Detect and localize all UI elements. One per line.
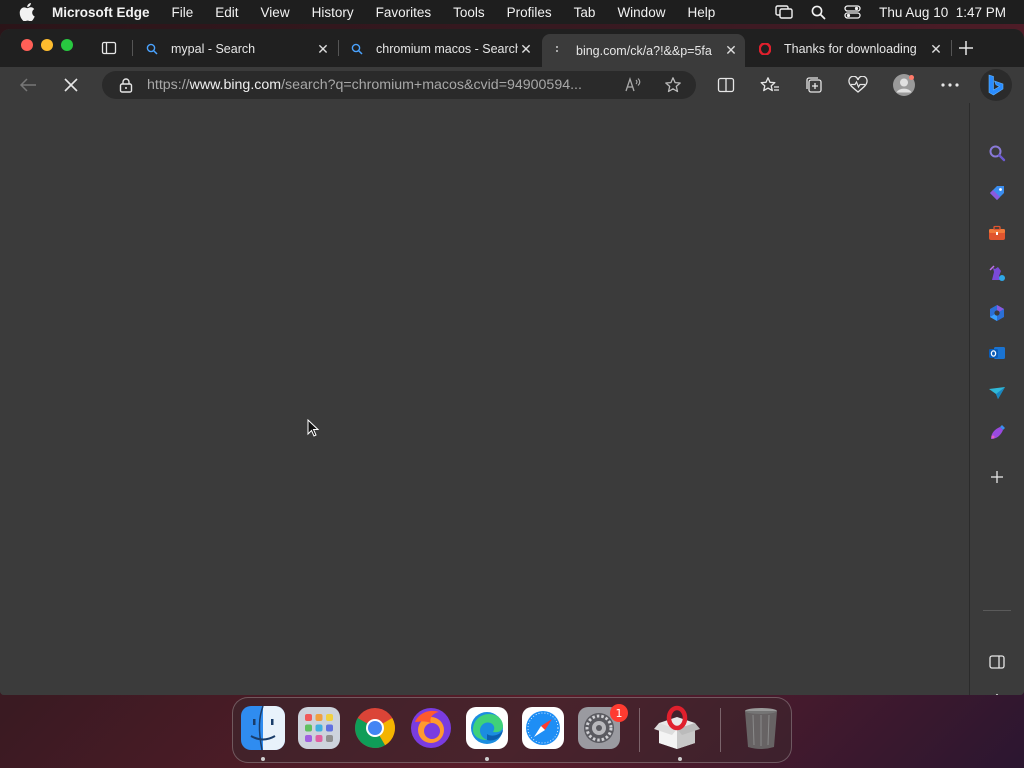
search-icon[interactable]: [987, 143, 1007, 163]
tab-opera-thanks[interactable]: Thanks for downloading ✕: [750, 34, 950, 64]
window-zoom-button[interactable]: [61, 39, 73, 51]
address-url[interactable]: https://www.bing.com/search?q=chromium+m…: [147, 77, 613, 93]
browser-essentials-icon[interactable]: [848, 75, 868, 95]
tools-briefcase-icon[interactable]: [987, 223, 1007, 243]
navigation-toolbar: https://www.bing.com/search?q=chromium+m…: [0, 67, 1024, 103]
running-indicator: [678, 757, 682, 761]
menu-help[interactable]: Help: [687, 5, 715, 20]
add-sidebar-app-icon[interactable]: [987, 467, 1007, 487]
dock-trash-icon[interactable]: [737, 704, 785, 752]
new-tab-button[interactable]: [957, 39, 975, 57]
dock-edge-icon[interactable]: [463, 704, 511, 752]
dock-separator: [720, 708, 721, 752]
collections-icon[interactable]: [804, 75, 824, 95]
profile-avatar-icon[interactable]: [892, 73, 916, 97]
back-button[interactable]: [18, 75, 38, 95]
stop-loading-button[interactable]: [61, 75, 81, 95]
sidebar-settings-gear-icon[interactable]: [987, 692, 1007, 695]
settings-more-icon[interactable]: [940, 75, 960, 95]
tab-close-button[interactable]: ✕: [518, 41, 534, 57]
split-screen-icon[interactable]: [716, 75, 736, 95]
sidebar-bottom-divider: [983, 610, 1011, 611]
address-bar[interactable]: https://www.bing.com/search?q=chromium+m…: [102, 71, 696, 99]
tab-close-button[interactable]: ✕: [723, 42, 739, 59]
outlook-icon[interactable]: [987, 343, 1007, 363]
notification-badge: 1: [610, 704, 628, 722]
tab-title: mypal - Search: [171, 42, 256, 56]
favorites-icon[interactable]: [760, 75, 780, 95]
window-close-button[interactable]: [21, 39, 33, 51]
tab-mypal-search[interactable]: mypal - Search ✕: [137, 34, 337, 64]
menu-profiles[interactable]: Profiles: [507, 5, 552, 20]
running-indicator: [485, 757, 489, 761]
menu-tools[interactable]: Tools: [453, 5, 485, 20]
designer-icon[interactable]: [987, 423, 1007, 443]
opera-icon: [758, 42, 772, 56]
tab-strip: mypal - Search ✕ chromium macos - Search…: [0, 29, 1024, 67]
running-indicator: [261, 757, 265, 761]
screen-mirroring-icon[interactable]: [775, 5, 793, 19]
tab-separator: [338, 40, 339, 56]
url-host: www.bing.com: [189, 77, 282, 93]
tab-separator: [132, 40, 133, 56]
tab-title: bing.com/ck/a?!&&p=5fa: [576, 43, 712, 58]
spotlight-search-icon[interactable]: [811, 5, 826, 20]
dock-launchpad-icon[interactable]: [295, 704, 343, 752]
tab-actions-icon[interactable]: [101, 40, 117, 56]
macos-menu-bar: Microsoft Edge File Edit View History Fa…: [0, 0, 1024, 24]
hide-sidebar-icon[interactable]: [987, 652, 1007, 672]
control-center-icon[interactable]: [844, 5, 861, 19]
drop-send-icon[interactable]: [987, 383, 1007, 403]
tab-title: chromium macos - Search: [376, 42, 518, 56]
url-path: /search?q=chromium+macos&cvid=94900594..…: [281, 77, 582, 93]
dock-firefox-icon[interactable]: [407, 704, 455, 752]
menu-file[interactable]: File: [172, 5, 194, 20]
menu-view[interactable]: View: [261, 5, 290, 20]
url-prefix: https://: [147, 77, 190, 93]
menu-history[interactable]: History: [312, 5, 354, 20]
tab-chromium-macos-search[interactable]: chromium macos - Search ✕: [342, 34, 540, 64]
dock-opera-installer-icon[interactable]: [653, 704, 701, 752]
dock-safari-icon[interactable]: [519, 704, 567, 752]
add-favorite-star-icon[interactable]: [664, 76, 682, 94]
apple-menu-icon[interactable]: [18, 3, 36, 21]
tab-close-button[interactable]: ✕: [928, 41, 944, 57]
loading-icon: [550, 44, 564, 58]
games-chess-icon[interactable]: [987, 263, 1007, 283]
dock-finder-icon[interactable]: [239, 704, 287, 752]
macos-dock: 1: [232, 697, 792, 763]
lock-icon[interactable]: [119, 77, 133, 93]
menu-favorites[interactable]: Favorites: [376, 5, 432, 20]
menu-window[interactable]: Window: [617, 5, 665, 20]
bing-search-icon: [145, 42, 159, 56]
bing-search-icon: [350, 42, 364, 56]
menu-tab[interactable]: Tab: [574, 5, 596, 20]
menu-edit[interactable]: Edit: [215, 5, 238, 20]
tab-bing-redirect-active[interactable]: bing.com/ck/a?!&&p=5fa ✕: [542, 34, 745, 67]
tab-title: Thanks for downloading: [784, 42, 917, 56]
shopping-tag-icon[interactable]: [987, 183, 1007, 203]
mouse-cursor-icon: [307, 418, 320, 437]
edge-browser-window: mypal - Search ✕ chromium macos - Search…: [0, 29, 1024, 695]
bing-copilot-button[interactable]: [980, 69, 1012, 101]
read-aloud-icon[interactable]: [624, 76, 642, 93]
page-content-area[interactable]: [0, 103, 969, 695]
microsoft-365-icon[interactable]: [987, 303, 1007, 323]
dock-chrome-icon[interactable]: [351, 704, 399, 752]
edge-sidebar: [970, 103, 1024, 695]
window-minimize-button[interactable]: [41, 39, 53, 51]
menubar-clock[interactable]: Thu Aug 10 1:47 PM: [879, 5, 1006, 20]
dock-separator: [639, 708, 640, 752]
menu-app-name[interactable]: Microsoft Edge: [52, 5, 150, 20]
tab-close-button[interactable]: ✕: [315, 41, 331, 57]
tab-separator: [951, 40, 952, 56]
menubar-status-area: Thu Aug 10 1:47 PM: [775, 0, 1006, 24]
